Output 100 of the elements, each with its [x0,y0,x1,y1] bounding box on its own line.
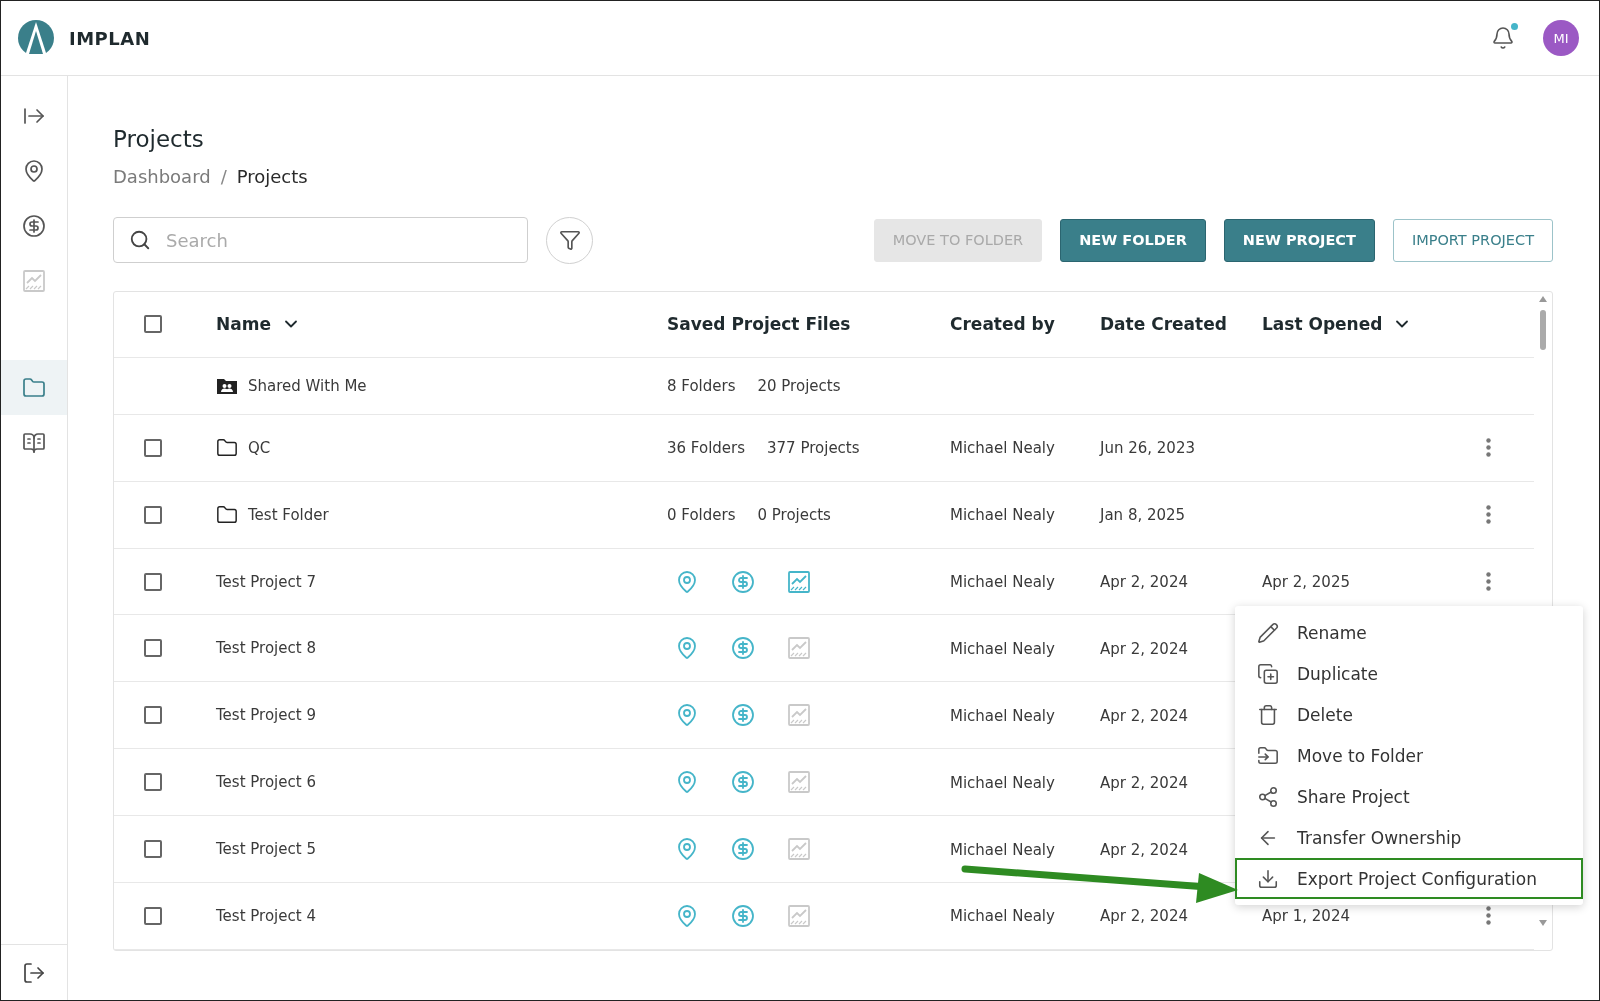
date-created-cell: Apr 2, 2024 [1100,773,1188,792]
map-pin-icon[interactable] [675,569,699,594]
last-opened-cell: Apr 1, 2024 [1262,907,1350,926]
row-checkbox[interactable] [144,639,162,658]
notification-bell-icon[interactable] [1491,26,1515,50]
project-count: 0 Projects [757,505,831,524]
column-header: Date Created [1100,314,1227,335]
date-created-cell: Apr 2, 2024 [1100,706,1188,725]
menu-item[interactable]: Duplicate [1235,653,1583,694]
select-all-checkbox[interactable] [144,315,162,334]
kebab-icon [1486,438,1491,458]
project-count: 20 Projects [757,376,841,395]
action-button[interactable]: NEW FOLDER [1060,218,1206,262]
column-header: Created by [950,314,1055,335]
menu-item[interactable]: Rename [1235,612,1583,653]
kebab-icon [1486,572,1491,592]
row-name[interactable]: Test Project 6 [216,773,316,792]
app-name: IMPLAN [69,27,151,49]
chart-icon[interactable] [787,837,811,862]
creator-cell: Michael Nealy [950,639,1055,658]
date-created-cell: Jun 26, 2023 [1100,439,1195,458]
dollar-icon[interactable] [731,904,755,928]
creator-cell: Michael Nealy [950,773,1055,792]
dollar-icon[interactable] [731,703,755,728]
breadcrumb-separator: / [220,166,227,187]
logout-icon [22,960,46,985]
row-checkbox[interactable] [144,773,162,792]
row-checkbox[interactable] [144,438,162,457]
breadcrumb-link[interactable]: Projects [236,166,308,187]
row-name[interactable]: QC [248,438,271,457]
share-icon [1257,785,1279,808]
date-created-cell: Apr 2, 2024 [1100,907,1188,926]
column-header: Saved Project Files [667,314,851,335]
folder-count: 36 Folders [667,438,746,457]
menu-item[interactable]: Delete [1235,694,1583,735]
pencil-icon [1257,621,1279,644]
action-button[interactable]: NEW PROJECT [1223,218,1375,262]
chart-icon[interactable] [787,569,811,594]
map-pin-icon[interactable] [675,770,699,795]
user-avatar[interactable]: MI [1543,20,1579,56]
menu-item[interactable]: Transfer Ownership [1235,817,1583,858]
dollar-icon[interactable] [731,636,755,661]
chart-icon[interactable] [787,904,811,928]
search-field[interactable]: Search [113,217,528,263]
folder-icon [216,503,238,526]
row-name[interactable]: Test Project 7 [216,572,316,591]
folder-icon [216,436,238,459]
creator-cell: Michael Nealy [950,907,1055,926]
dollar-icon[interactable] [731,837,755,862]
row-checkbox[interactable] [144,706,162,725]
row-name[interactable]: Test Project 5 [216,840,316,859]
date-created-cell: Apr 2, 2024 [1100,840,1188,859]
last-opened-cell: Apr 2, 2025 [1262,573,1350,592]
creator-cell: Michael Nealy [950,840,1055,859]
column-header[interactable]: Last Opened [1262,314,1383,335]
creator-cell: Michael Nealy [950,439,1055,458]
chart-icon[interactable] [787,703,811,728]
breadcrumb-link[interactable]: Dashboard [113,166,211,187]
creator-cell: Michael Nealy [950,506,1055,525]
row-checkbox[interactable] [144,907,162,925]
chart-icon[interactable] [787,770,811,795]
kebab-icon [1486,906,1491,926]
filter-button[interactable] [546,216,593,264]
menu-item[interactable]: Export Project Configuration [1235,858,1583,899]
project-count: 377 Projects [767,438,860,457]
date-created-cell: Jan 8, 2025 [1100,506,1186,525]
sidebar-item[interactable] [1,360,67,415]
map-pin-icon[interactable] [675,904,699,928]
row-name[interactable]: Shared With Me [248,376,367,395]
row-name[interactable]: Test Folder [248,505,329,524]
row-name[interactable]: Test Project 8 [216,639,316,658]
creator-cell: Michael Nealy [950,573,1055,592]
map-pin-icon[interactable] [675,636,699,661]
kebab-icon [1486,505,1491,525]
dollar-icon[interactable] [731,770,755,795]
date-created-cell: Apr 2, 2024 [1100,639,1188,658]
row-checkbox[interactable] [144,505,162,524]
row-checkbox[interactable] [144,572,162,591]
row-name[interactable]: Test Project 4 [216,907,316,925]
dollar-icon [22,213,46,238]
column-header[interactable]: Name [216,314,271,335]
row-checkbox[interactable] [144,840,162,859]
dollar-icon[interactable] [731,569,755,594]
menu-item[interactable]: Move to Folder [1235,735,1583,776]
chart-icon[interactable] [787,636,811,661]
download-icon [1257,867,1279,890]
map-pin-icon[interactable] [675,703,699,728]
row-name[interactable]: Test Project 9 [216,706,316,725]
menu-item[interactable]: Share Project [1235,776,1583,817]
date-created-cell: Apr 2, 2024 [1100,573,1188,592]
search-icon [129,229,151,251]
page-title: Projects [113,126,205,152]
action-button[interactable]: IMPORT PROJECT [1392,218,1553,262]
filter-icon [558,229,581,251]
folder-move-icon [1257,744,1279,767]
map-pin-icon [22,158,46,183]
logo-icon [17,19,55,57]
folder-count: 0 Folders [667,505,736,524]
folder-icon [22,375,46,400]
map-pin-icon[interactable] [675,837,699,862]
